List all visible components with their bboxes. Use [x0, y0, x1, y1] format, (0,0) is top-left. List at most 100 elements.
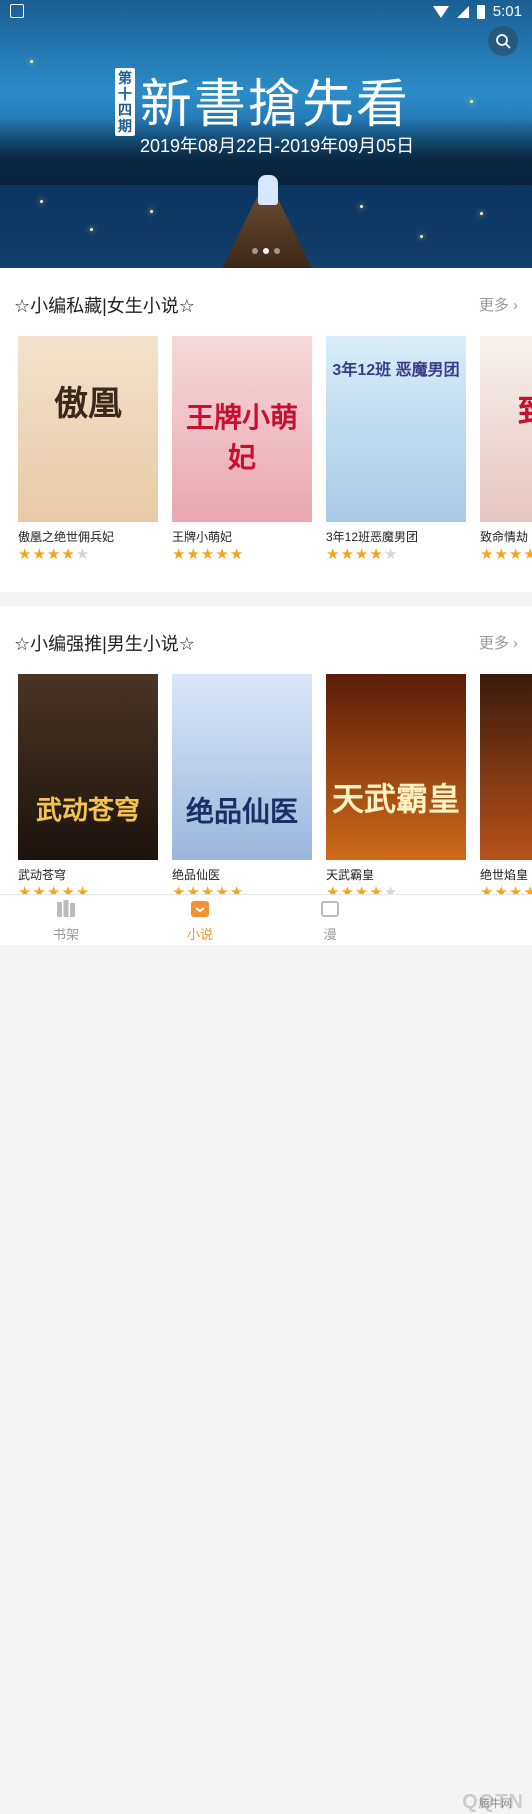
tab-bookshelf[interactable]: 书架 — [36, 899, 96, 943]
star-icon: ★ — [494, 546, 508, 563]
star-icon: ★ — [508, 546, 523, 563]
book-card[interactable]: 王牌小萌妃 王牌小萌妃 ★ ★ ★ ★ ★ — [172, 336, 312, 562]
book-card[interactable]: 天武霸皇 天武霸皇 ★ ★ ★ ★ ★ — [326, 674, 466, 894]
book-title: 绝世焰皇 — [480, 868, 529, 882]
star-icon: ★ — [480, 546, 494, 563]
search-button[interactable] — [488, 26, 518, 56]
star-icon: ★ — [369, 546, 383, 563]
female-novel-section: ☆小编私藏|女生小说☆ 更多 › 傲凰 傲凰之绝世佣兵妃 ★ ★ ★ ★ ★ 王牌小萌妃… — [0, 268, 532, 592]
rating-stars: ★★★★★ — [18, 547, 158, 562]
book-cover[interactable]: 天武霸皇 — [326, 674, 466, 860]
tab-label: 书架 — [52, 927, 79, 942]
star-icon: ★ — [215, 884, 229, 894]
carousel-indicator — [252, 248, 280, 254]
novel-icon — [191, 901, 209, 917]
bookshelf-icon — [57, 900, 75, 917]
issue-badge: 第十四期 — [115, 68, 135, 136]
carousel-dot[interactable] — [263, 248, 269, 254]
status-time: 5:01 — [492, 3, 522, 20]
star-icon: ★ — [508, 884, 523, 894]
comic-icon — [321, 901, 339, 917]
rating-stars: ★★★★★ — [480, 547, 532, 562]
carousel-dot[interactable] — [274, 248, 280, 254]
star-icon: ★ — [326, 884, 340, 894]
star-icon: ★ — [369, 884, 383, 894]
search-icon — [496, 34, 511, 49]
book-cover[interactable]: 傲凰 — [18, 336, 158, 522]
cover-title: 致命 — [486, 386, 532, 432]
chevron-right-icon: › — [513, 635, 518, 652]
rating-stars: ★★★★★ — [172, 885, 312, 894]
book-title: 王牌小萌妃 — [172, 530, 233, 544]
star-icon: ★ — [172, 884, 186, 894]
more-link[interactable]: 更多 › — [479, 632, 518, 653]
star-icon: ★ — [340, 884, 354, 894]
section-title: ☆小编强推|男生小说☆ — [14, 634, 195, 654]
tab-comic[interactable]: 漫 — [300, 899, 360, 943]
star-icon: ★ — [61, 884, 75, 894]
sparkle — [150, 210, 153, 213]
star-icon: ★ — [383, 884, 398, 894]
book-title: 天武霸皇 — [326, 868, 375, 882]
book-cover[interactable]: 绝品仙医 — [172, 674, 312, 860]
tab-label: 漫 — [323, 927, 337, 942]
rating-stars: ★★★★★ — [326, 547, 466, 562]
star-icon: ★ — [18, 884, 32, 894]
sparkle — [480, 212, 483, 215]
sparkle — [420, 235, 423, 238]
bottom-tab-bar: 书架 小说 漫 QQTN 腾牛网 — [0, 894, 532, 1813]
notification-icon — [10, 4, 24, 18]
book-title: 致命情劫 — [480, 530, 529, 544]
star-icon: ★ — [200, 884, 215, 894]
sparkle — [40, 200, 43, 203]
sparkle — [90, 228, 93, 231]
tab-novel[interactable]: 小说 — [170, 899, 230, 943]
sparkle — [360, 205, 363, 208]
rating-stars: ★★★★★ — [480, 885, 532, 894]
rating-stars: ★★★★★ — [326, 885, 466, 894]
more-link[interactable]: 更多 › — [479, 294, 518, 315]
star-icon: ★ — [383, 546, 398, 563]
book-title: 3年12班恶魔男团 — [326, 530, 419, 544]
chevron-right-icon: › — [513, 297, 518, 314]
star-icon: ★ — [229, 546, 244, 563]
cover-title: 3年12班 恶魔男团 — [332, 362, 460, 379]
carousel-dot[interactable] — [252, 248, 258, 254]
star-icon: ★ — [75, 546, 90, 563]
star-icon: ★ — [32, 884, 46, 894]
watermark-text: 腾牛网 — [479, 1798, 512, 1810]
star-icon: ★ — [186, 884, 200, 894]
signal-icon — [456, 5, 469, 18]
book-cover[interactable]: 3年12班 恶魔男团 — [326, 336, 466, 522]
book-cover[interactable]: 武动苍穹 — [18, 674, 158, 860]
status-bar: 5:01 — [0, 0, 532, 24]
book-card[interactable]: 绝 绝世焰皇 ★★★★★ — [480, 674, 532, 894]
cover-title: 绝 — [486, 774, 532, 820]
banner-date: 2019年08月22日-2019年09月05日 — [140, 136, 415, 156]
star-icon: ★ — [46, 546, 61, 563]
star-icon: ★ — [172, 546, 186, 563]
rating-stars: ★★★★★ — [18, 885, 158, 894]
book-card[interactable]: 绝品仙医 绝品仙医 ★ ★ ★ ★ ★ — [172, 674, 312, 894]
cover-title: 傲凰 — [54, 384, 122, 424]
star-icon: ★ — [46, 884, 61, 894]
cover-title: 天武霸皇 — [332, 781, 461, 817]
banner-title: 新書搶先看 — [140, 76, 411, 134]
male-novel-section: ☆小编强推|男生小说☆ 更多 › 武动苍穹 武动苍穹 ★ ★ ★ ★ ★ 绝品仙医 绝品… — [0, 606, 532, 894]
star-icon: ★ — [75, 884, 90, 894]
book-card[interactable]: 武动苍穹 武动苍穹 ★ ★ ★ ★ ★ — [18, 674, 158, 894]
book-card[interactable]: 3年12班 恶魔男团 3年12班恶魔男团 ★ ★ ★ ★ ★ — [326, 336, 466, 562]
section-title: ☆小编私藏|女生小说☆ — [14, 296, 195, 316]
star-icon: ★ — [523, 884, 532, 894]
star-icon: ★ — [18, 546, 32, 563]
star-icon: ★ — [61, 546, 75, 563]
book-card[interactable]: 致命 致命情劫 ★★★★★ — [480, 336, 532, 562]
book-cover[interactable]: 致命 — [480, 336, 532, 522]
battery-icon — [476, 4, 485, 19]
book-cover[interactable]: 王牌小萌妃 — [172, 336, 312, 522]
book-card[interactable]: 傲凰 傲凰之绝世佣兵妃 ★ ★ ★ ★ ★ — [18, 336, 158, 562]
book-title: 傲凰之绝世佣兵妃 — [18, 530, 115, 544]
star-icon: ★ — [326, 546, 340, 563]
book-cover[interactable]: 绝 — [480, 674, 532, 860]
promo-banner[interactable]: 5:01 第十四期 新書搶先看 2019年08月22日-2019年09月05日 — [0, 0, 532, 268]
